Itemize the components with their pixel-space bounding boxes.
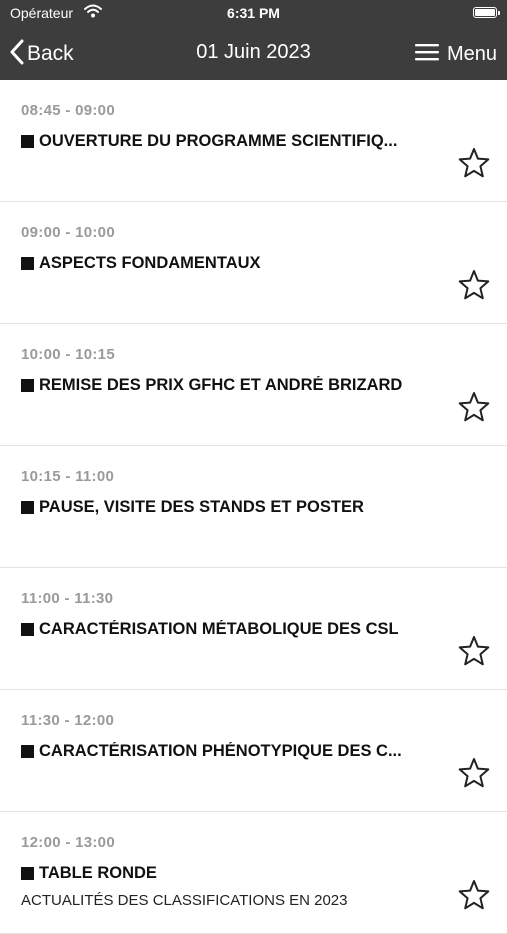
star-outline-icon[interactable]	[458, 635, 490, 667]
session-item[interactable]: 08:45 - 09:00 OUVERTURE DU PROGRAMME SCIE…	[0, 80, 507, 202]
session-item[interactable]: 11:00 - 11:30 CARACTÉRISATION MÉTABOLIQUE…	[0, 568, 507, 690]
session-title-row: TABLE RONDE	[21, 864, 437, 883]
star-outline-icon[interactable]	[458, 269, 490, 301]
menu-label: Menu	[446, 42, 497, 65]
navigation-bar: Back 01 Juin 2023 Menu	[0, 28, 507, 80]
star-outline-icon[interactable]	[458, 757, 490, 789]
session-title-row: CARACTÉRISATION PHÉNOTYPIQUE DES C...	[21, 742, 437, 761]
session-time: 10:00 - 10:15	[21, 346, 115, 363]
session-time: 08:45 - 09:00	[21, 102, 115, 119]
bullet-square-icon	[21, 257, 34, 270]
session-item[interactable]: 12:00 - 13:00 TABLE RONDE ACTUALITÉS DES C…	[0, 812, 507, 934]
session-list: 08:45 - 09:00 OUVERTURE DU PROGRAMME SCIE…	[0, 80, 507, 934]
session-subtitle: ACTUALITÉS DES CLASSIFICATIONS EN 2023	[21, 892, 348, 909]
session-title: ASPECTS FONDAMENTAUX	[39, 254, 261, 272]
session-time: 11:30 - 12:00	[21, 712, 115, 729]
bullet-square-icon	[21, 135, 34, 148]
session-time: 11:00 - 11:30	[21, 590, 114, 607]
session-item[interactable]: 10:15 - 11:00 PAUSE, VISITE DES STANDS ET…	[0, 446, 507, 568]
session-item[interactable]: 11:30 - 12:00 CARACTÉRISATION PHÉNOTYPIQU…	[0, 690, 507, 812]
session-time: 10:15 - 11:00	[21, 468, 115, 485]
battery-icon	[473, 7, 500, 18]
star-outline-icon[interactable]	[458, 879, 490, 911]
bullet-square-icon	[21, 745, 34, 758]
session-title: REMISE DES PRIX GFHC ET ANDRÉ BRIZARD	[39, 376, 403, 394]
hamburger-icon	[414, 43, 439, 66]
session-item[interactable]: 09:00 - 10:00 ASPECTS FONDAMENTAUX	[0, 202, 507, 324]
star-outline-icon[interactable]	[458, 391, 490, 423]
status-time: 6:31 PM	[227, 5, 280, 21]
bullet-square-icon	[21, 379, 34, 392]
session-title: TABLE RONDE	[39, 864, 157, 882]
session-title-row: CARACTÉRISATION MÉTABOLIQUE DES CSL	[21, 620, 437, 639]
session-item[interactable]: 10:00 - 10:15 REMISE DES PRIX GFHC ET AND…	[0, 324, 507, 446]
star-outline-icon[interactable]	[458, 147, 490, 179]
session-title-row: ASPECTS FONDAMENTAUX	[21, 254, 437, 273]
session-time: 09:00 - 10:00	[21, 224, 115, 241]
session-title-row: OUVERTURE DU PROGRAMME SCIENTIFIQ...	[21, 132, 437, 151]
session-title: OUVERTURE DU PROGRAMME SCIENTIFIQ...	[39, 132, 398, 150]
bullet-square-icon	[21, 867, 34, 880]
status-bar: Opérateur 6:31 PM	[0, 0, 507, 28]
session-title-row: REMISE DES PRIX GFHC ET ANDRÉ BRIZARD	[21, 376, 437, 395]
session-time: 12:00 - 13:00	[21, 834, 115, 851]
session-title: CARACTÉRISATION PHÉNOTYPIQUE DES C...	[39, 742, 402, 760]
session-title-row: PAUSE, VISITE DES STANDS ET POSTER	[21, 498, 437, 517]
bullet-square-icon	[21, 623, 34, 636]
menu-button[interactable]: Menu	[414, 37, 497, 71]
bullet-square-icon	[21, 501, 34, 514]
session-title: CARACTÉRISATION MÉTABOLIQUE DES CSL	[39, 620, 399, 638]
session-title: PAUSE, VISITE DES STANDS ET POSTER	[39, 498, 364, 516]
